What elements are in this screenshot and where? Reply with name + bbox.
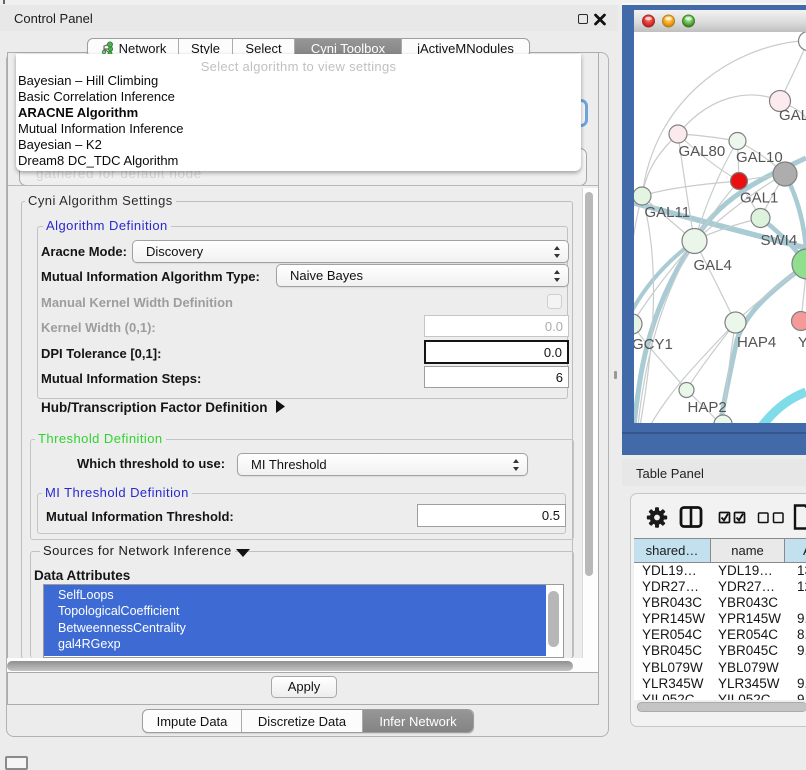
svg-text:HAP4: HAP4 <box>737 334 776 351</box>
svg-text:HAP2: HAP2 <box>688 399 727 416</box>
svg-text:GCY1: GCY1 <box>634 336 673 353</box>
svg-text:SWI4: SWI4 <box>761 232 798 249</box>
svg-text:GAL10: GAL10 <box>736 149 783 166</box>
svg-text:GAL1: GAL1 <box>740 190 778 207</box>
svg-text:Y: Y <box>798 334 806 351</box>
svg-text:GAL7: GAL7 <box>779 107 806 124</box>
svg-text:GAL4: GAL4 <box>694 257 732 274</box>
svg-text:GAL11: GAL11 <box>645 204 691 221</box>
svg-text:GAL80: GAL80 <box>679 143 726 160</box>
